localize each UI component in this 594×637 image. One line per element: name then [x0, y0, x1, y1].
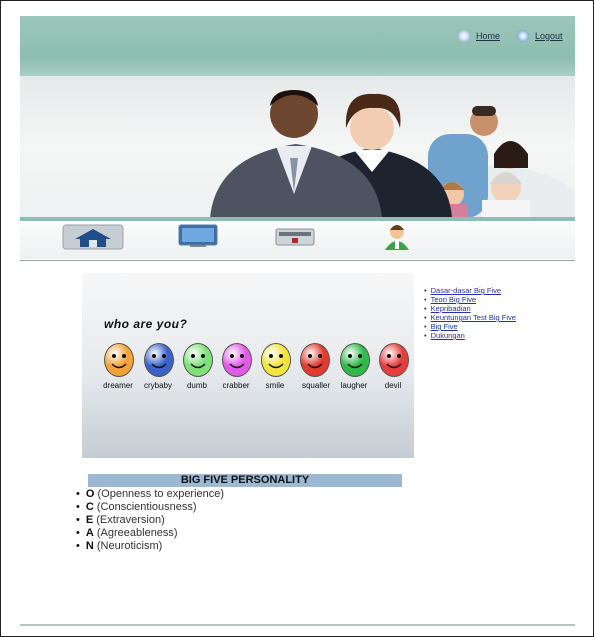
- sidebar-item-keuntungan[interactable]: Keuntungan Test Big Five: [431, 313, 516, 322]
- sidebar-item[interactable]: Teori Big Five: [424, 295, 516, 304]
- sidebar-item[interactable]: Kepribadian: [424, 304, 516, 313]
- crabber-label: crabber: [222, 381, 250, 390]
- trait-desc: (Openness to experience): [97, 488, 225, 500]
- sidebar-item[interactable]: Dukungan: [424, 331, 516, 340]
- home-globe-icon: [458, 30, 470, 42]
- laugher-face-icon: [340, 343, 370, 377]
- trait-desc: (Conscientiousness): [96, 501, 197, 513]
- sidebar-item[interactable]: Dasar-dasar Big Five: [424, 286, 516, 295]
- device-icon: [275, 228, 315, 246]
- home-icon: [62, 224, 124, 250]
- logout-link-label: Logout: [535, 31, 563, 41]
- sidebar-item[interactable]: Keuntungan Test Big Five: [424, 313, 516, 322]
- nav-bar: [20, 221, 575, 259]
- crabber-face-icon: [222, 343, 252, 377]
- trait-desc: (Neuroticism): [96, 540, 163, 552]
- logout-link[interactable]: Logout: [517, 30, 563, 42]
- dreamer-face-icon: [104, 343, 134, 377]
- home-link[interactable]: Home: [458, 30, 500, 42]
- squaller-face-icon: [300, 343, 330, 377]
- laugher-label: laugher: [340, 381, 368, 390]
- crybaby-face-icon: [144, 343, 174, 377]
- trait-letter: O: [85, 488, 95, 500]
- nav-monitor-button[interactable]: [178, 224, 218, 253]
- bigfive-list: O (Openness to experience) C (Conscienti…: [76, 488, 224, 553]
- sidebar-item-dukungan[interactable]: Dukungan: [431, 331, 465, 340]
- who-are-you-heading: who are you?: [104, 317, 188, 331]
- monitor-icon: [178, 224, 218, 247]
- nav-user-button[interactable]: [382, 222, 412, 257]
- trait-desc: (Extraversion): [96, 514, 165, 526]
- sidebar-links: Dasar-dasar Big Five Teori Big Five Kepr…: [424, 286, 516, 340]
- trait-letter: C: [85, 501, 94, 513]
- sidebar-item-dasar[interactable]: Dasar-dasar Big Five: [431, 286, 501, 295]
- divider-bottom: [20, 624, 575, 626]
- sidebar-item[interactable]: Big Five: [424, 322, 516, 331]
- divider-top: [20, 260, 575, 261]
- dumb-label: dumb: [186, 381, 207, 390]
- list-item: O (Openness to experience): [76, 488, 224, 501]
- people-photo-illustration: [210, 90, 575, 218]
- smile-face-icon: [261, 343, 291, 377]
- trait-letter: E: [85, 514, 94, 526]
- dreamer-label: dreamer: [103, 381, 133, 390]
- devil-label: devil: [384, 381, 402, 390]
- sidebar-item-kepribadian[interactable]: Kepribadian: [431, 304, 471, 313]
- home-link-label: Home: [476, 31, 501, 41]
- nav-home-button[interactable]: [62, 224, 124, 255]
- devil-face-icon: [379, 343, 409, 377]
- nav-device-button[interactable]: [275, 227, 315, 252]
- dumb-face-icon: [183, 343, 213, 377]
- trait-desc: (Agreeableness): [96, 527, 178, 539]
- sidebar-item-teori[interactable]: Teori Big Five: [431, 295, 476, 304]
- crybaby-label: crybaby: [143, 381, 172, 390]
- hero-banner: [20, 76, 575, 218]
- list-item: A (Agreeableness): [76, 527, 224, 540]
- list-item: E (Extraversion): [76, 514, 224, 527]
- logout-globe-icon: [517, 30, 529, 42]
- user-icon: [385, 225, 409, 250]
- bigfive-title: BIG FIVE PERSONALITY: [88, 474, 402, 487]
- smile-label: smile: [265, 381, 285, 390]
- list-item: C (Conscientiousness): [76, 501, 224, 514]
- sidebar-item-bigfive[interactable]: Big Five: [431, 322, 458, 331]
- trait-letter: N: [85, 540, 94, 552]
- trait-letter: A: [85, 527, 94, 539]
- who-are-you-panel: who are you? dreamer crybaby dumb crabbe…: [82, 273, 414, 458]
- list-item: N (Neuroticism): [76, 540, 224, 553]
- header-bar: Home Logout: [20, 16, 575, 76]
